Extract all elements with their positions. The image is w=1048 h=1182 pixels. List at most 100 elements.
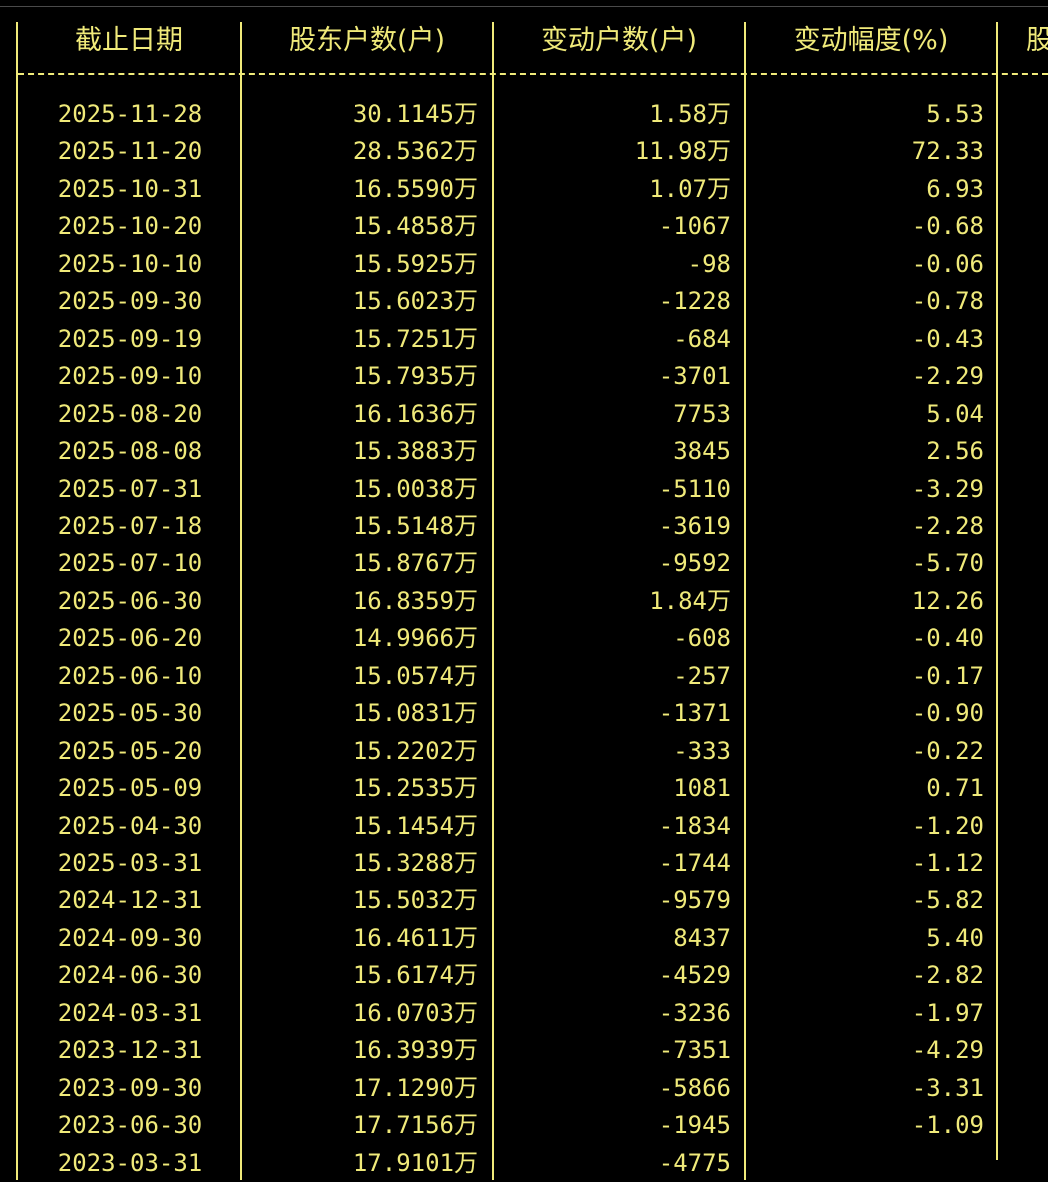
- header-next[interactable]: 股: [1026, 18, 1048, 64]
- holders-cell: 15.5148万: [352, 511, 478, 540]
- shareholder-table: 截止日期 股东户数(户) 变动户数(户) 变动幅度(%) 股 2025-11-2…: [0, 0, 1048, 1180]
- date-cell: 2025-07-18: [57, 511, 203, 540]
- change-cell: 1081: [673, 774, 731, 803]
- pct-cell: -1.09: [911, 1111, 984, 1140]
- change-cell: -5110: [658, 474, 731, 503]
- table-row[interactable]: 2025-11-20 28.5362万 11.98万 72.33: [0, 133, 1048, 170]
- date-cell: 2025-07-31: [57, 474, 203, 503]
- table-row[interactable]: 2025-11-28 30.1145万 1.58万 5.53: [0, 96, 1048, 133]
- header-change[interactable]: 变动户数(户): [496, 18, 742, 64]
- holders-cell: 15.7935万: [352, 362, 478, 391]
- holders-cell: 15.6023万: [352, 287, 478, 316]
- pct-cell: -4.29: [911, 1036, 984, 1065]
- pct-cell: 72.33: [911, 137, 984, 166]
- table-row[interactable]: 2025-07-31 15.0038万 -5110 -3.29: [0, 471, 1048, 508]
- table-row[interactable]: 2025-08-08 15.3883万 3845 2.56: [0, 433, 1048, 470]
- date-cell: 2023-09-30: [57, 1073, 203, 1102]
- table-row[interactable]: 2024-12-31 15.5032万 -9579 -5.82: [0, 882, 1048, 919]
- date-cell: 2025-11-28: [57, 100, 203, 128]
- pct-cell: -1.20: [911, 811, 984, 840]
- table-row[interactable]: 2025-09-19 15.7251万 -684 -0.43: [0, 321, 1048, 358]
- table-row[interactable]: 2024-09-30 16.4611万 8437 5.40: [0, 920, 1048, 957]
- pct-cell: -0.22: [911, 736, 984, 765]
- table-row[interactable]: 2023-12-31 16.3939万 -7351 -4.29: [0, 1032, 1048, 1069]
- pct-cell: 5.40: [926, 923, 984, 952]
- table-row[interactable]: 2025-06-20 14.9966万 -608 -0.40: [0, 620, 1048, 657]
- holders-cell: 15.5925万: [352, 249, 478, 278]
- separator-cross: [744, 66, 746, 82]
- holders-cell: 15.5032万: [352, 886, 478, 915]
- pct-cell: -0.43: [911, 324, 984, 353]
- holders-cell: 17.7156万: [352, 1111, 478, 1140]
- table-row[interactable]: 2025-03-31 15.3288万 -1744 -1.12: [0, 845, 1048, 882]
- pct-cell: -0.40: [911, 624, 984, 653]
- holders-cell: 16.4611万: [352, 923, 478, 952]
- holders-cell: 15.6174万: [352, 961, 478, 990]
- change-cell: -1744: [658, 849, 731, 877]
- table-row[interactable]: 2025-09-30 15.6023万 -1228 -0.78: [0, 283, 1048, 320]
- date-cell: 2025-10-31: [57, 174, 203, 203]
- pct-cell: -1.97: [911, 998, 984, 1027]
- table-row[interactable]: 2024-03-31 16.0703万 -3236 -1.97: [0, 995, 1048, 1032]
- holders-cell: 15.0574万: [352, 661, 478, 690]
- change-cell: -684: [673, 324, 731, 353]
- date-cell: 2024-06-30: [57, 961, 203, 990]
- holders-cell: 17.9101万: [352, 1148, 478, 1177]
- header-holders[interactable]: 股东户数(户): [244, 18, 490, 64]
- pct-cell: -1.12: [911, 849, 984, 877]
- date-cell: 2025-07-10: [57, 549, 203, 578]
- table-row[interactable]: 2025-05-30 15.0831万 -1371 -0.90: [0, 695, 1048, 732]
- table-row[interactable]: 2023-06-30 17.7156万 -1945 -1.09: [0, 1107, 1048, 1144]
- date-cell: 2025-05-20: [57, 736, 203, 765]
- pct-cell: -0.17: [911, 661, 984, 690]
- table-row[interactable]: 2025-07-10 15.8767万 -9592 -5.70: [0, 545, 1048, 582]
- pct-cell: -0.68: [911, 212, 984, 241]
- pct-cell: 2.56: [926, 437, 984, 466]
- table-row[interactable]: 2025-05-20 15.2202万 -333 -0.22: [0, 733, 1048, 770]
- header-separator: [18, 73, 1048, 77]
- table-row[interactable]: 2025-06-30 16.8359万 1.84万 12.26: [0, 583, 1048, 620]
- table-row[interactable]: 2025-08-20 16.1636万 7753 5.04: [0, 396, 1048, 433]
- pct-cell: -5.82: [911, 886, 984, 915]
- table-row[interactable]: 2024-06-30 15.6174万 -4529 -2.82: [0, 957, 1048, 994]
- pct-cell: -0.06: [911, 249, 984, 278]
- change-cell: -1945: [658, 1111, 731, 1140]
- holders-cell: 16.8359万: [352, 586, 478, 615]
- header-pct[interactable]: 变动幅度(%): [748, 18, 994, 64]
- change-cell: -7351: [658, 1036, 731, 1065]
- date-cell: 2025-05-09: [57, 774, 203, 803]
- table-row[interactable]: 2025-07-18 15.5148万 -3619 -2.28: [0, 508, 1048, 545]
- pct-cell: 12.26: [911, 586, 984, 615]
- holders-cell: 16.5590万: [352, 174, 478, 203]
- holders-cell: 16.0703万: [352, 998, 478, 1027]
- table-row[interactable]: 2025-10-20 15.4858万 -1067 -0.68: [0, 208, 1048, 245]
- date-cell: 2025-03-31: [57, 849, 203, 877]
- table-row[interactable]: 2023-03-31 17.9101万 -4775: [0, 1145, 1048, 1182]
- change-cell: -98: [687, 249, 731, 278]
- table-row[interactable]: 2025-10-31 16.5590万 1.07万 6.93: [0, 171, 1048, 208]
- change-cell: -1371: [658, 699, 731, 728]
- table-row[interactable]: 2025-06-10 15.0574万 -257 -0.17: [0, 658, 1048, 695]
- table-row[interactable]: 2025-09-10 15.7935万 -3701 -2.29: [0, 358, 1048, 395]
- table-row[interactable]: 2025-05-09 15.2535万 1081 0.71: [0, 770, 1048, 807]
- table-row[interactable]: 2025-10-10 15.5925万 -98 -0.06: [0, 246, 1048, 283]
- change-cell: 8437: [673, 923, 731, 952]
- date-cell: 2025-04-30: [57, 811, 203, 840]
- change-cell: -4775: [658, 1148, 731, 1177]
- holders-cell: 15.0831万: [352, 699, 478, 728]
- change-cell: -257: [673, 661, 731, 690]
- header-date[interactable]: 截止日期: [20, 18, 238, 64]
- holders-cell: 17.1290万: [352, 1073, 478, 1102]
- holders-cell: 15.4858万: [352, 212, 478, 241]
- table-row[interactable]: 2025-04-30 15.1454万 -1834 -1.20: [0, 808, 1048, 845]
- holders-cell: 28.5362万: [352, 137, 478, 166]
- holders-cell: 14.9966万: [352, 624, 478, 653]
- table-row[interactable]: 2023-09-30 17.1290万 -5866 -3.31: [0, 1070, 1048, 1107]
- change-cell: -1067: [658, 212, 731, 241]
- holders-cell: 30.1145万: [352, 100, 478, 128]
- change-cell: 1.58万: [649, 100, 731, 128]
- pct-cell: -5.70: [911, 549, 984, 578]
- separator-cross: [996, 66, 998, 82]
- change-cell: -3701: [658, 362, 731, 391]
- date-cell: 2025-09-19: [57, 324, 203, 353]
